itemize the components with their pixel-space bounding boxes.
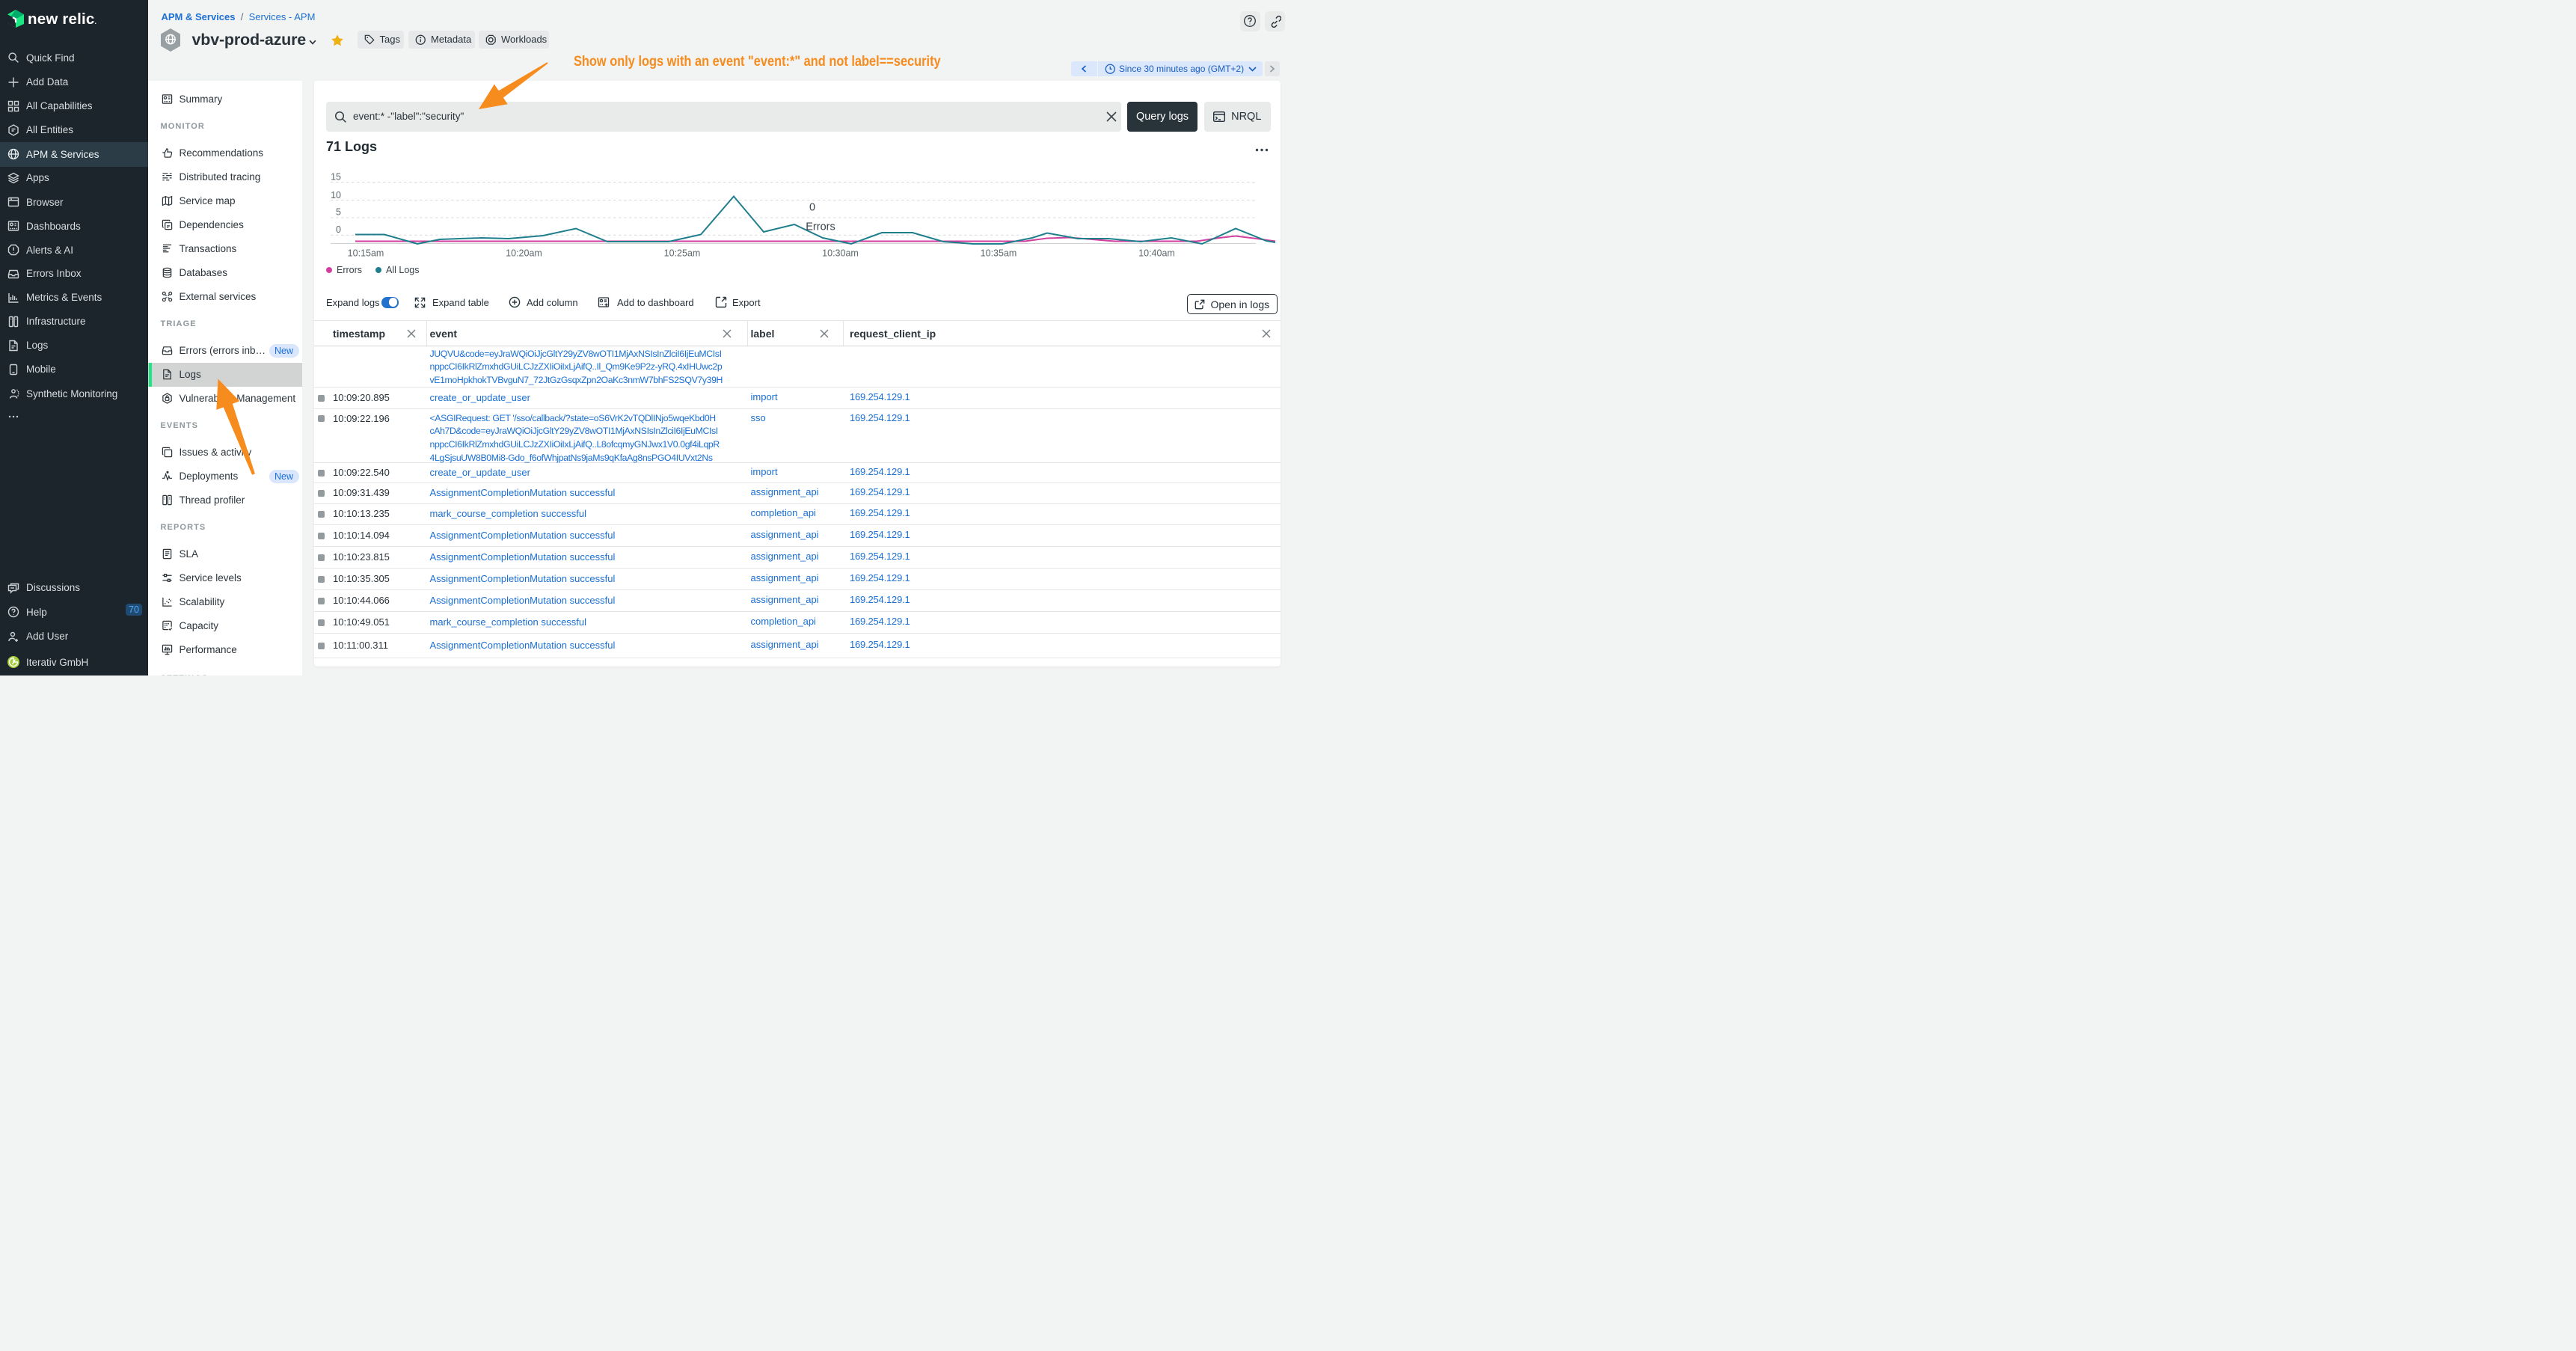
svg-text:10:25am: 10:25am [664, 248, 701, 259]
svg-text:10:40am: 10:40am [1138, 248, 1175, 259]
svg-text:15: 15 [331, 172, 341, 183]
svg-text:Errors: Errors [806, 221, 835, 233]
svg-text:10:20am: 10:20am [506, 248, 542, 259]
svg-text:10:30am: 10:30am [822, 248, 859, 259]
svg-text:10:15am: 10:15am [348, 248, 384, 259]
svg-text:0: 0 [336, 224, 341, 235]
svg-text:0: 0 [809, 202, 815, 214]
svg-text:10:35am: 10:35am [981, 248, 1017, 259]
svg-text:5: 5 [336, 207, 341, 218]
svg-text:10: 10 [331, 190, 341, 200]
